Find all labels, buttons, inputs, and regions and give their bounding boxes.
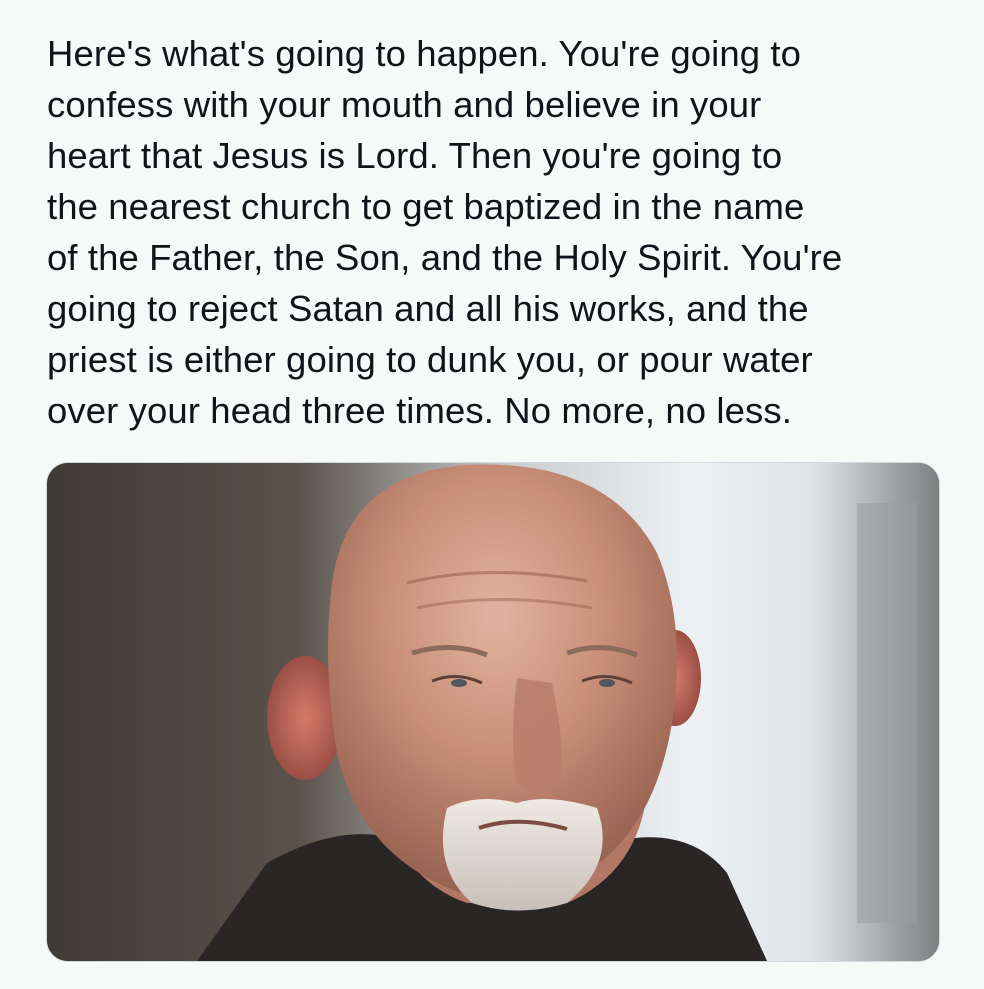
post-text-line: over your head three times. No more, no … bbox=[47, 390, 792, 431]
post-text-line: confess with your mouth and believe in y… bbox=[47, 84, 762, 125]
post-text-line: priest is either going to dunk you, or p… bbox=[47, 339, 813, 380]
post-text-line: of the Father, the Son, and the Holy Spi… bbox=[47, 237, 843, 278]
photo-background-object bbox=[857, 503, 917, 923]
post-text-line: going to reject Satan and all his works,… bbox=[47, 288, 809, 329]
post-media-photo[interactable] bbox=[46, 462, 940, 962]
post-text-line: the nearest church to get baptized in th… bbox=[47, 186, 805, 227]
post-text: Here's what's going to happen. You're go… bbox=[47, 28, 947, 436]
post-text-line: heart that Jesus is Lord. Then you're go… bbox=[47, 135, 783, 176]
portrait-photo bbox=[47, 463, 939, 961]
post-text-line: Here's what's going to happen. You're go… bbox=[47, 33, 802, 74]
post: Here's what's going to happen. You're go… bbox=[0, 0, 984, 989]
